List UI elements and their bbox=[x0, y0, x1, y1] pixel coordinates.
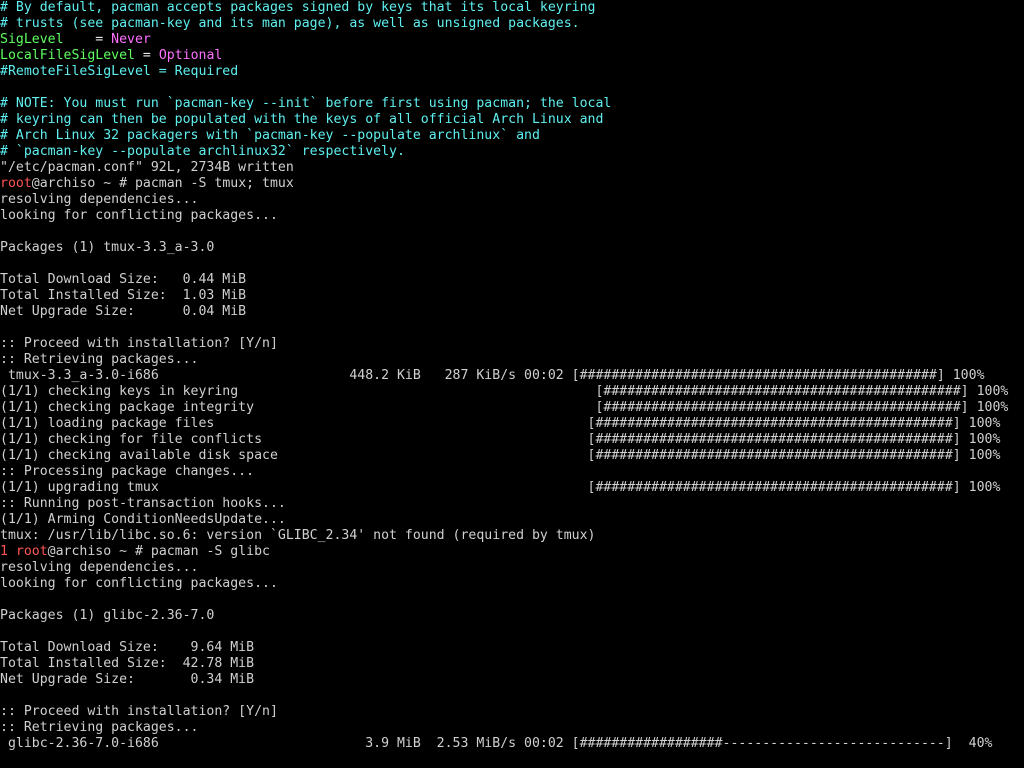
output-line: :: Running post-transaction hooks... bbox=[0, 496, 286, 511]
progress-line: (1/1) checking package integrity [######… bbox=[0, 400, 1009, 415]
config-comment: # `pacman-key --populate archlinux32` re… bbox=[0, 144, 405, 159]
output-line: :: Retrieving packages... bbox=[0, 352, 199, 367]
output-line: resolving dependencies... bbox=[0, 560, 199, 575]
output-line: :: Proceed with installation? [Y/n] bbox=[0, 704, 278, 719]
output-line: Net Upgrade Size: 0.04 MiB bbox=[0, 304, 247, 319]
progress-line: (1/1) checking keys in keyring [########… bbox=[0, 384, 1009, 399]
progress-line: glibc-2.36-7.0-i686 3.9 MiB 2.53 MiB/s 0… bbox=[0, 736, 993, 751]
config-comment: #RemoteFileSigLevel = Required bbox=[0, 64, 239, 79]
output-line: Total Installed Size: 42.78 MiB bbox=[0, 656, 255, 671]
output-line: Net Upgrade Size: 0.34 MiB bbox=[0, 672, 255, 687]
output-line: resolving dependencies... bbox=[0, 192, 199, 207]
progress-line: (1/1) upgrading tmux [##################… bbox=[0, 480, 1001, 495]
config-eq: = bbox=[134, 48, 159, 63]
output-line: Packages (1) tmux-3.3_a-3.0 bbox=[0, 240, 215, 255]
output-line: Total Installed Size: 1.03 MiB bbox=[0, 288, 247, 303]
prompt-user: root bbox=[0, 176, 32, 191]
prompt-host: @archiso ~ # bbox=[31, 176, 135, 191]
config-value: Optional bbox=[158, 48, 223, 63]
config-key: LocalFileSigLevel bbox=[0, 48, 135, 63]
exit-code: 1 bbox=[0, 544, 8, 559]
config-value: Never bbox=[111, 32, 151, 47]
shell-prompt-line: root@archiso ~ # pacman -S tmux; tmux bbox=[0, 176, 1024, 192]
output-line: :: Retrieving packages... bbox=[0, 720, 199, 735]
config-comment: # By default, pacman accepts packages si… bbox=[0, 0, 596, 15]
output-line: :: Processing package changes... bbox=[0, 464, 255, 479]
output-line: (1/1) Arming ConditionNeedsUpdate... bbox=[0, 512, 286, 527]
editor-written-message: "/etc/pacman.conf" 92L, 2734B written bbox=[0, 160, 294, 175]
error-line: tmux: /usr/lib/libc.so.6: version `GLIBC… bbox=[0, 528, 596, 543]
command-text: pacman -S tmux; tmux bbox=[134, 176, 294, 191]
prompt-host: @archiso ~ # bbox=[47, 544, 151, 559]
config-key: SigLevel bbox=[0, 32, 64, 47]
shell-prompt-line: 1 root@archiso ~ # pacman -S glibc bbox=[0, 544, 1024, 560]
progress-line: (1/1) loading package files [###########… bbox=[0, 416, 1001, 431]
config-siglevel: SigLevel = Never bbox=[0, 32, 1024, 48]
output-line: Total Download Size: 9.64 MiB bbox=[0, 640, 255, 655]
prompt-user: root bbox=[15, 544, 48, 559]
output-line: Packages (1) glibc-2.36-7.0 bbox=[0, 608, 215, 623]
progress-line: (1/1) checking available disk space [###… bbox=[0, 448, 1001, 463]
progress-line: (1/1) checking for file conflicts [#####… bbox=[0, 432, 1001, 447]
output-line: looking for conflicting packages... bbox=[0, 208, 278, 223]
config-comment: # NOTE: You must run `pacman-key --init`… bbox=[0, 96, 612, 111]
output-line: looking for conflicting packages... bbox=[0, 576, 278, 591]
progress-line: tmux-3.3_a-3.0-i686 448.2 KiB 287 KiB/s … bbox=[0, 368, 985, 383]
terminal-window[interactable]: # By default, pacman accepts packages si… bbox=[0, 0, 1024, 768]
config-eq: = bbox=[63, 32, 112, 47]
config-localsig: LocalFileSigLevel = Optional bbox=[0, 48, 1024, 64]
config-comment: # trusts (see pacman-key and its man pag… bbox=[0, 16, 580, 31]
config-comment: # Arch Linux 32 packagers with `pacman-k… bbox=[0, 128, 540, 143]
output-line: Total Download Size: 0.44 MiB bbox=[0, 272, 247, 287]
output-line: :: Proceed with installation? [Y/n] bbox=[0, 336, 278, 351]
config-comment: # keyring can then be populated with the… bbox=[0, 112, 604, 127]
command-text: pacman -S glibc bbox=[150, 544, 270, 559]
